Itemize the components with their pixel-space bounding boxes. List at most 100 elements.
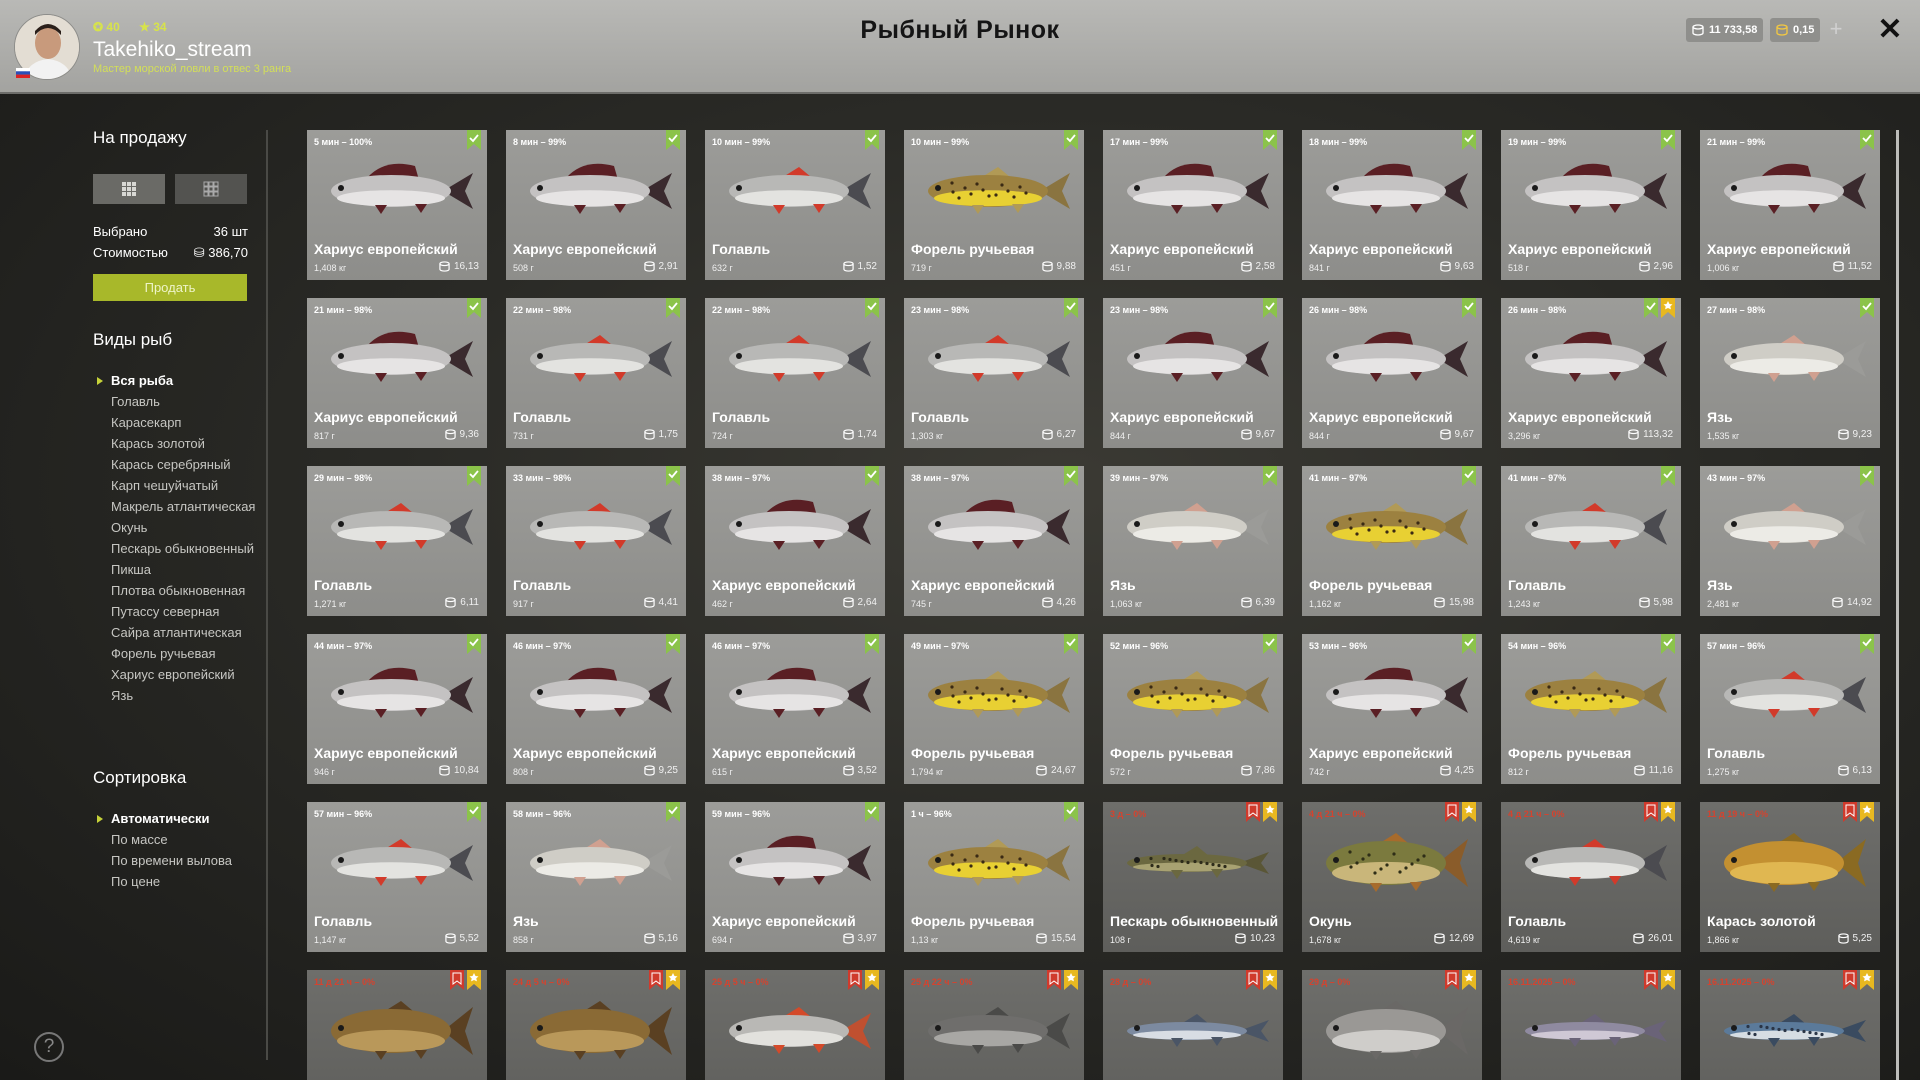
fish-card[interactable]: 5 мин – 100% Хариус европейский 1,408 кг 16… [307, 130, 487, 280]
check-badge-icon[interactable] [865, 466, 879, 486]
bookmark-icon[interactable] [1843, 802, 1857, 822]
check-badge-icon[interactable] [467, 802, 481, 822]
species-item[interactable]: Вся рыба [96, 374, 255, 388]
species-item[interactable]: Голавль [111, 395, 255, 409]
check-badge-icon[interactable] [1064, 130, 1078, 150]
check-badge-icon[interactable] [1661, 130, 1675, 150]
close-button[interactable]: ✕ [1876, 14, 1904, 46]
bookmark-icon[interactable] [1246, 970, 1260, 990]
bookmark-icon[interactable] [848, 970, 862, 990]
fish-card[interactable]: 8 мин – 99% Хариус европейский 508 г 2,91 [506, 130, 686, 280]
star-badge-icon[interactable] [1661, 802, 1675, 822]
fish-card[interactable]: 17 мин – 99% Хариус европейский 451 г 2,58 [1103, 130, 1283, 280]
check-badge-icon[interactable] [1263, 130, 1277, 150]
fish-card[interactable]: 38 мин – 97% Хариус европейский 745 г 4,26 [904, 466, 1084, 616]
fish-card[interactable]: 22 мин – 98% Голавль 731 г 1,75 [506, 298, 686, 448]
fish-card[interactable]: 57 мин – 96% Голавль 1,275 кг 6,13 [1700, 634, 1880, 784]
check-badge-icon[interactable] [1064, 802, 1078, 822]
check-badge-icon[interactable] [666, 298, 680, 318]
sort-option[interactable]: По массе [111, 833, 232, 847]
sort-option[interactable]: По времени вылова [111, 854, 232, 868]
species-item[interactable]: Сайра атлантическая [111, 626, 255, 640]
fish-card[interactable]: 22 мин – 98% Голавль 724 г 1,74 [705, 298, 885, 448]
species-item[interactable]: Окунь [111, 521, 255, 535]
fish-card[interactable]: 27 мин – 98% Язь 1,535 кг 9,23 [1700, 298, 1880, 448]
check-badge-icon[interactable] [467, 298, 481, 318]
star-badge-icon[interactable] [1462, 970, 1476, 990]
view-small-grid-button[interactable] [175, 174, 247, 204]
fish-card[interactable]: 4 д 21 ч – 0% Окунь 1,678 кг 12,69 [1302, 802, 1482, 952]
fish-card[interactable]: 46 мин – 97% Хариус европейский 615 г 3,52 [705, 634, 885, 784]
fish-card[interactable]: 26 мин – 98% Хариус европейский 3,296 кг 11… [1501, 298, 1681, 448]
help-button[interactable]: ? [34, 1032, 64, 1062]
star-badge-icon[interactable] [865, 970, 879, 990]
fish-card[interactable]: 39 мин – 97% Язь 1,063 кг 6,39 [1103, 466, 1283, 616]
fish-card[interactable]: 29 д – 0% [1302, 970, 1482, 1080]
check-badge-icon[interactable] [1064, 298, 1078, 318]
species-item[interactable]: Путассу северная [111, 605, 255, 619]
check-badge-icon[interactable] [1644, 298, 1658, 318]
add-currency-button[interactable]: + [1824, 18, 1848, 42]
fish-card[interactable]: 23 мин – 98% Хариус европейский 844 г 9,67 [1103, 298, 1283, 448]
fish-card[interactable]: 25 д 5 ч – 0% [705, 970, 885, 1080]
check-badge-icon[interactable] [666, 634, 680, 654]
fish-card[interactable]: 43 мин – 97% Язь 2,481 кг 14,92 [1700, 466, 1880, 616]
fish-card[interactable]: 11 д 21 ч – 0% [307, 970, 487, 1080]
fish-card[interactable]: 16.11.2025 – 0% [1501, 970, 1681, 1080]
fish-card[interactable]: 11 д 19 ч – 0% Карась золотой 1,866 кг 5,25 [1700, 802, 1880, 952]
species-item[interactable]: Карась серебряный [111, 458, 255, 472]
check-badge-icon[interactable] [1263, 634, 1277, 654]
star-badge-icon[interactable] [1661, 970, 1675, 990]
fish-card[interactable]: 10 мин – 99% Форель ручьевая 719 г 9,88 [904, 130, 1084, 280]
fish-card[interactable]: 54 мин – 96% Форель ручьевая 812 г 11,16 [1501, 634, 1681, 784]
bookmark-icon[interactable] [1246, 802, 1260, 822]
check-badge-icon[interactable] [1263, 466, 1277, 486]
species-item[interactable]: Хариус европейский [111, 668, 255, 682]
fish-card[interactable]: 29 мин – 98% Голавль 1,271 кг 6,11 [307, 466, 487, 616]
check-badge-icon[interactable] [1661, 634, 1675, 654]
star-badge-icon[interactable] [1263, 802, 1277, 822]
check-badge-icon[interactable] [865, 802, 879, 822]
star-badge-icon[interactable] [1860, 802, 1874, 822]
bookmark-icon[interactable] [1644, 802, 1658, 822]
species-item[interactable]: Форель ручьевая [111, 647, 255, 661]
check-badge-icon[interactable] [1462, 634, 1476, 654]
sort-option[interactable]: По цене [111, 875, 232, 889]
bookmark-icon[interactable] [649, 970, 663, 990]
check-badge-icon[interactable] [1263, 298, 1277, 318]
fish-card[interactable]: 3 д – 0% Пескарь обыкновенный 108 г 10,23 [1103, 802, 1283, 952]
fish-card[interactable]: 41 мин – 97% Голавль 1,243 кг 5,98 [1501, 466, 1681, 616]
bookmark-icon[interactable] [450, 970, 464, 990]
star-badge-icon[interactable] [467, 970, 481, 990]
star-badge-icon[interactable] [1064, 970, 1078, 990]
star-badge-icon[interactable] [666, 970, 680, 990]
star-badge-icon[interactable] [1860, 970, 1874, 990]
fish-card[interactable]: 41 мин – 97% Форель ручьевая 1,162 кг 15,98 [1302, 466, 1482, 616]
fish-card[interactable]: 52 мин – 96% Форель ручьевая 572 г 7,86 [1103, 634, 1283, 784]
check-badge-icon[interactable] [1064, 634, 1078, 654]
species-item[interactable]: Пескарь обыкновенный [111, 542, 255, 556]
fish-card[interactable]: 21 мин – 98% Хариус европейский 817 г 9,36 [307, 298, 487, 448]
sort-option[interactable]: Автоматически [97, 812, 232, 826]
star-badge-icon[interactable] [1462, 802, 1476, 822]
fish-card[interactable]: 59 мин – 96% Хариус европейский 694 г 3,97 [705, 802, 885, 952]
fish-card[interactable]: 18 мин – 99% Хариус европейский 841 г 9,63 [1302, 130, 1482, 280]
check-badge-icon[interactable] [1064, 466, 1078, 486]
species-item[interactable]: Макрель атлантическая [111, 500, 255, 514]
star-badge-icon[interactable] [1661, 298, 1675, 318]
bookmark-icon[interactable] [1644, 970, 1658, 990]
fish-card[interactable]: 10 мин – 99% Голавль 632 г 1,52 [705, 130, 885, 280]
fish-card[interactable]: 49 мин – 97% Форель ручьевая 1,794 кг 24,67 [904, 634, 1084, 784]
check-badge-icon[interactable] [467, 130, 481, 150]
bookmark-icon[interactable] [1445, 970, 1459, 990]
fish-card[interactable]: 57 мин – 96% Голавль 1,147 кг 5,52 [307, 802, 487, 952]
check-badge-icon[interactable] [666, 130, 680, 150]
fish-card[interactable]: 1 ч – 96% Форель ручьевая 1,13 кг 15,54 [904, 802, 1084, 952]
fish-card[interactable]: 44 мин – 97% Хариус европейский 946 г 10,84 [307, 634, 487, 784]
species-item[interactable]: Язь [111, 689, 255, 703]
check-badge-icon[interactable] [1661, 466, 1675, 486]
check-badge-icon[interactable] [1462, 466, 1476, 486]
check-badge-icon[interactable] [666, 802, 680, 822]
check-badge-icon[interactable] [467, 634, 481, 654]
bookmark-icon[interactable] [1445, 802, 1459, 822]
